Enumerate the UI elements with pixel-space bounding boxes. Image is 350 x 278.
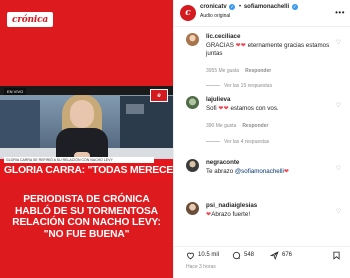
comment-likes[interactable]: 390 Me gusta bbox=[206, 123, 236, 129]
reply-button[interactable]: Responder bbox=[245, 68, 271, 74]
comment-body: Te abrazo bbox=[206, 167, 235, 175]
comment-likes[interactable]: 3955 Me gusta bbox=[206, 68, 239, 74]
comment-text: negraconte Te abrazo @sofiamonachelli❤ bbox=[206, 159, 334, 176]
reply-button[interactable]: Responder bbox=[242, 123, 268, 129]
share-icon bbox=[270, 250, 279, 260]
studio-screen-detail bbox=[126, 104, 144, 114]
comment-body: Sofi bbox=[206, 104, 219, 112]
share-button[interactable]: 676 bbox=[270, 250, 292, 260]
owner-username[interactable]: cronicatv bbox=[200, 4, 227, 10]
commenter-avatar[interactable] bbox=[186, 159, 199, 172]
commenter-avatar[interactable] bbox=[186, 33, 199, 46]
more-options-icon[interactable]: ••• bbox=[335, 8, 345, 17]
collaborator-username[interactable]: sofiamonachelli bbox=[244, 4, 289, 10]
commenter-avatar[interactable] bbox=[186, 96, 199, 109]
anchor-face bbox=[70, 100, 94, 128]
post-actions-bar: 10.5 mil 548 676 bbox=[174, 246, 350, 262]
comment-icon bbox=[232, 251, 241, 259]
video-post[interactable]: crónica EN VIVO e GLORIA CARRA SE REFIRI… bbox=[0, 0, 173, 278]
commenter-username[interactable]: lajulieva bbox=[206, 96, 230, 103]
cronica-logo: crónica bbox=[7, 12, 53, 27]
commenter-avatar[interactable] bbox=[186, 202, 199, 215]
commenter-username[interactable]: lic.ceciliace bbox=[206, 33, 240, 40]
lower-third-subtitle: GLORIA CARRA SE REFIRIÓ A SU RELACIÓN CO… bbox=[4, 157, 154, 163]
comment-meta: 3955 Me gusta Responder bbox=[206, 68, 271, 74]
owner-names: cronicatv ✓ • sofiamonachelli ✓ bbox=[200, 4, 299, 10]
channel-logo-icon: e bbox=[150, 89, 168, 102]
view-replies-button[interactable]: Ver las 15 respuestas bbox=[206, 83, 272, 89]
verified-icon: ✓ bbox=[229, 4, 236, 10]
like-comment-icon[interactable]: ♡ bbox=[336, 102, 341, 109]
verified-icon: ✓ bbox=[291, 4, 298, 10]
save-button[interactable] bbox=[332, 250, 344, 260]
view-replies-button[interactable]: Ver las 4 respuestas bbox=[206, 139, 269, 145]
like-comment-icon[interactable]: ♡ bbox=[336, 39, 341, 46]
like-comment-icon[interactable]: ♡ bbox=[336, 165, 341, 172]
separator-dot: • bbox=[239, 4, 242, 10]
comment-meta: 390 Me gusta Responder bbox=[206, 123, 268, 129]
live-tag: EN VIVO bbox=[4, 88, 27, 95]
comment-text: psi_nadiaiglesias ❤Abrazo fuerte! bbox=[206, 202, 334, 219]
comments-panel: c cronicatv ✓ • sofiamonachelli ✓ Audio … bbox=[173, 0, 350, 278]
comment-mention[interactable]: @sofiamonachelli bbox=[235, 168, 284, 175]
owner-avatar[interactable]: c bbox=[180, 5, 196, 21]
audio-label[interactable]: Audio original bbox=[200, 13, 230, 19]
share-count: 676 bbox=[282, 252, 293, 258]
like-comment-icon[interactable]: ♡ bbox=[336, 208, 341, 215]
comment-body: GRACIAS bbox=[206, 41, 236, 49]
like-count: 10.5 mil bbox=[198, 252, 220, 258]
commenter-username[interactable]: negraconte bbox=[206, 159, 239, 166]
heart-emoji: ❤ bbox=[283, 167, 290, 175]
comment-text: lajulieva Sofi ❤❤ estamos con vos. bbox=[206, 96, 334, 113]
heart-icon bbox=[187, 252, 194, 259]
bookmark-icon bbox=[333, 251, 340, 260]
like-button[interactable]: 10.5 mil bbox=[186, 250, 219, 260]
comment-button[interactable]: 548 bbox=[232, 250, 254, 260]
heart-emoji: ❤❤ bbox=[218, 104, 229, 112]
commenter-username[interactable]: psi_nadiaiglesias bbox=[206, 202, 257, 209]
post-header: c cronicatv ✓ • sofiamonachelli ✓ Audio … bbox=[174, 0, 350, 27]
post-timestamp: Hace 3 horas bbox=[186, 264, 216, 270]
comment-body-continued: estamos con vos. bbox=[228, 104, 279, 112]
heart-emoji: ❤❤ bbox=[235, 41, 246, 49]
comment-count: 548 bbox=[244, 252, 255, 258]
comment-body-continued: Abrazo fuerte! bbox=[211, 210, 251, 218]
lower-third-headline: GLORIA CARRA: "TODAS MERECEMOS SER ESCUC… bbox=[4, 164, 173, 176]
post-caption: PERIODISTA DE CRÓNICA HABLÓ DE SU TORMEN… bbox=[12, 194, 161, 240]
comment-text: lic.ceciliace GRACIAS ❤❤ eternamente gra… bbox=[206, 33, 334, 59]
